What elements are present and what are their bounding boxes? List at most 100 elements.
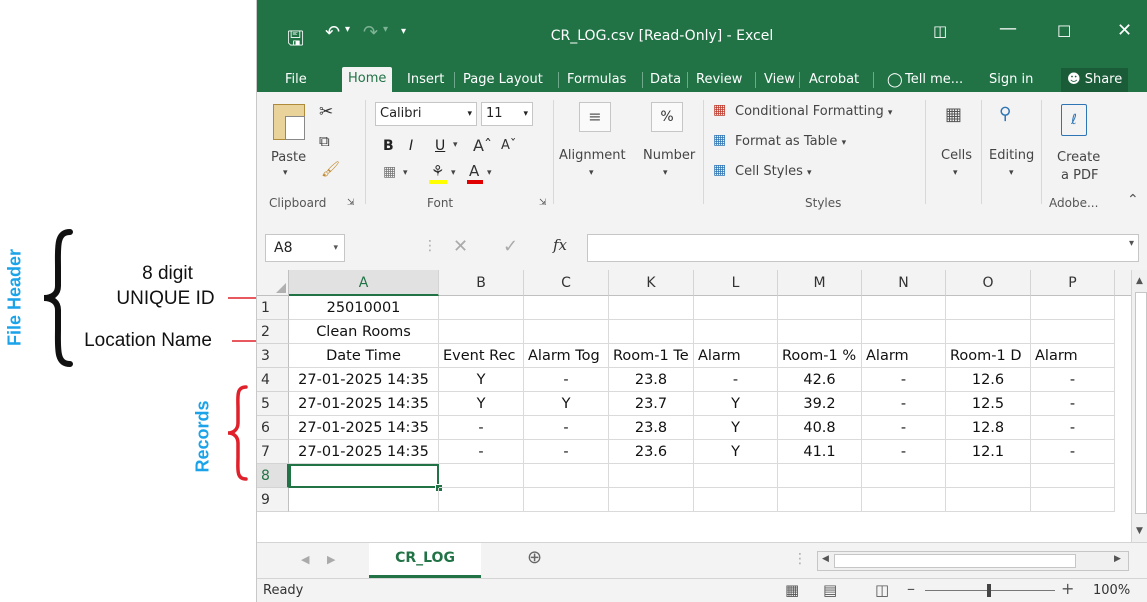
- fill-color-icon[interactable]: ⚘: [431, 162, 444, 180]
- font-color-dropdown-icon[interactable]: ▾: [487, 168, 492, 178]
- cell[interactable]: 39.2: [778, 392, 862, 416]
- cell[interactable]: [946, 320, 1031, 344]
- editing-dropdown-icon[interactable]: ▾: [1009, 168, 1014, 178]
- column-header-a[interactable]: A: [289, 270, 439, 296]
- cell[interactable]: Y: [694, 392, 778, 416]
- column-header-p[interactable]: P: [1031, 270, 1115, 296]
- cell[interactable]: [946, 296, 1031, 320]
- ribbon-display-options-icon[interactable]: ◫: [933, 22, 947, 40]
- cell[interactable]: [609, 320, 694, 344]
- cell[interactable]: 12.8: [946, 416, 1031, 440]
- row-header-5[interactable]: 5: [257, 392, 289, 416]
- cell[interactable]: Y: [694, 440, 778, 464]
- cell[interactable]: 27-01-2025 14:35: [289, 416, 439, 440]
- header-cell[interactable]: Alarm: [862, 344, 946, 368]
- cell-a1[interactable]: 25010001: [289, 296, 439, 320]
- tab-file[interactable]: File: [279, 68, 313, 92]
- cell[interactable]: -: [524, 368, 609, 392]
- cell[interactable]: -: [862, 368, 946, 392]
- font-launcher-icon[interactable]: ⇲: [539, 198, 547, 208]
- sheet-nav-left-icon[interactable]: ◀: [301, 553, 309, 566]
- vertical-scrollbar[interactable]: ▲ ▼: [1131, 270, 1147, 542]
- header-cell[interactable]: Room-1 %: [778, 344, 862, 368]
- alignment-button[interactable]: Alignment: [559, 148, 626, 163]
- column-header-m[interactable]: M: [778, 270, 862, 296]
- cell[interactable]: [609, 296, 694, 320]
- column-header-n[interactable]: N: [862, 270, 946, 296]
- cell[interactable]: -: [439, 416, 524, 440]
- cell[interactable]: -: [862, 392, 946, 416]
- cell[interactable]: [778, 320, 862, 344]
- name-box[interactable]: A8 ▾: [265, 234, 345, 262]
- row-header-6[interactable]: 6: [257, 416, 289, 440]
- cell[interactable]: 23.7: [609, 392, 694, 416]
- cell[interactable]: [778, 488, 862, 512]
- page-break-view-icon[interactable]: ◫: [875, 581, 889, 599]
- row-header-9[interactable]: 9: [257, 488, 289, 512]
- paste-dropdown-icon[interactable]: ▾: [283, 168, 288, 178]
- cell[interactable]: -: [439, 440, 524, 464]
- column-header-c[interactable]: C: [524, 270, 609, 296]
- cell[interactable]: [862, 296, 946, 320]
- cells-dropdown-icon[interactable]: ▾: [953, 168, 958, 178]
- scroll-left-icon[interactable]: ◀: [822, 554, 829, 564]
- format-painter-icon[interactable]: 🖌: [321, 160, 340, 178]
- cell[interactable]: [778, 296, 862, 320]
- cell[interactable]: [524, 464, 609, 488]
- new-sheet-icon[interactable]: ⊕: [527, 547, 542, 568]
- cell[interactable]: 40.8: [778, 416, 862, 440]
- clipboard-launcher-icon[interactable]: ⇲: [347, 198, 355, 208]
- cell[interactable]: [694, 320, 778, 344]
- cell[interactable]: -: [1031, 368, 1115, 392]
- vertical-scroll-thumb[interactable]: [1135, 292, 1147, 514]
- cell[interactable]: [609, 488, 694, 512]
- cell[interactable]: [694, 464, 778, 488]
- header-cell[interactable]: Room-1 D: [946, 344, 1031, 368]
- cell-styles-button[interactable]: Cell Styles ▾: [735, 164, 812, 179]
- column-header-o[interactable]: O: [946, 270, 1031, 296]
- decrease-font-icon[interactable]: Aˇ: [501, 138, 516, 153]
- header-cell[interactable]: Alarm: [1031, 344, 1115, 368]
- cell[interactable]: [778, 464, 862, 488]
- cell[interactable]: Y: [439, 392, 524, 416]
- scroll-up-icon[interactable]: ▲: [1136, 276, 1143, 286]
- cell[interactable]: -: [862, 440, 946, 464]
- column-header-k[interactable]: K: [609, 270, 694, 296]
- column-header-l[interactable]: L: [694, 270, 778, 296]
- sign-in-link[interactable]: Sign in: [983, 68, 1039, 92]
- create-pdf-button-line2[interactable]: a PDF: [1061, 168, 1098, 183]
- close-icon[interactable]: ✕: [1117, 20, 1132, 41]
- underline-button[interactable]: U: [435, 138, 445, 154]
- cell[interactable]: [289, 488, 439, 512]
- number-button[interactable]: Number: [643, 148, 695, 163]
- increase-font-icon[interactable]: Aˆ: [473, 136, 492, 155]
- cell[interactable]: [946, 464, 1031, 488]
- minimize-icon[interactable]: —: [999, 18, 1017, 39]
- font-name-select[interactable]: Calibri ▾: [375, 102, 477, 126]
- tab-formulas[interactable]: Formulas: [561, 68, 632, 92]
- confirm-entry-icon[interactable]: ✓: [503, 236, 518, 257]
- row-header-3[interactable]: 3: [257, 344, 289, 368]
- cell[interactable]: Y: [524, 392, 609, 416]
- cell[interactable]: [862, 488, 946, 512]
- underline-dropdown-icon[interactable]: ▾: [453, 140, 458, 150]
- cut-icon[interactable]: ✂: [319, 102, 333, 122]
- sheet-tab-cr-log[interactable]: CR_LOG: [369, 543, 481, 578]
- cell-a8-selected[interactable]: [289, 464, 439, 488]
- cell[interactable]: 27-01-2025 14:35: [289, 440, 439, 464]
- cell[interactable]: -: [524, 440, 609, 464]
- header-cell[interactable]: Alarm Tog: [524, 344, 609, 368]
- tab-data[interactable]: Data: [644, 68, 687, 92]
- row-header-8[interactable]: 8: [257, 464, 289, 488]
- cell[interactable]: [524, 320, 609, 344]
- collapse-ribbon-icon[interactable]: ⌃: [1127, 192, 1139, 208]
- cancel-entry-icon[interactable]: ✕: [453, 236, 468, 257]
- cell[interactable]: [524, 488, 609, 512]
- sheet-nav-right-icon[interactable]: ▶: [327, 553, 335, 566]
- cell[interactable]: [439, 488, 524, 512]
- cell[interactable]: [694, 488, 778, 512]
- cell[interactable]: -: [694, 368, 778, 392]
- expand-formula-bar-icon[interactable]: ▾: [1129, 238, 1134, 249]
- cell[interactable]: -: [1031, 440, 1115, 464]
- conditional-formatting-button[interactable]: Conditional Formatting ▾: [735, 104, 892, 119]
